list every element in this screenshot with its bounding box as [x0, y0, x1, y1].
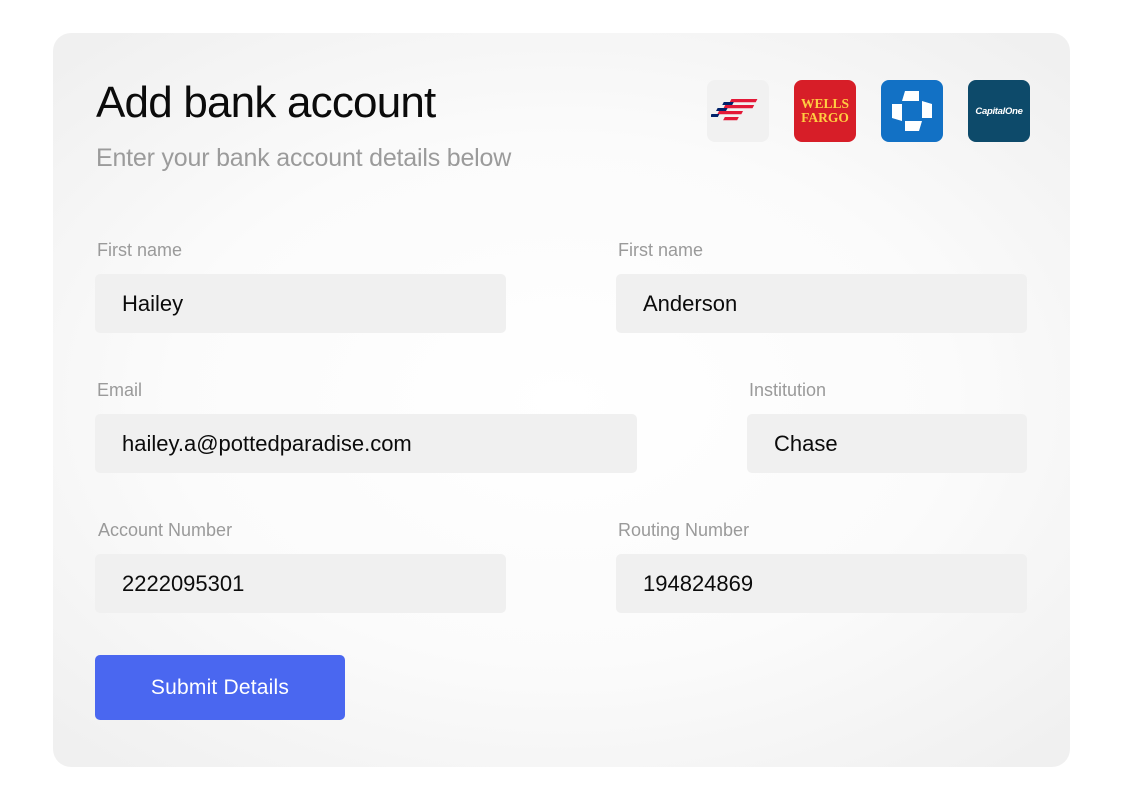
page-subtitle: Enter your bank account details below: [96, 144, 512, 172]
routing-number-input[interactable]: [616, 554, 1027, 613]
last-name-input[interactable]: [616, 274, 1027, 333]
last-name-label: First name: [618, 240, 704, 260]
capital-one-logo-text: CapitalOne: [975, 105, 1023, 117]
bank-of-america-logo[interactable]: [707, 80, 769, 142]
account-number-input[interactable]: [95, 554, 506, 613]
bank-of-america-flag-icon: [711, 99, 758, 121]
add-bank-account-card: Add bank account Enter your bank account…: [53, 33, 1070, 767]
capital-one-logo[interactable]: CapitalOne: [968, 80, 1030, 142]
wells-fargo-logo[interactable]: WELLS FARGO: [794, 80, 856, 142]
email-input[interactable]: [95, 414, 637, 473]
institution-label: Institution: [749, 380, 827, 400]
chase-logo[interactable]: [881, 80, 943, 142]
chase-octagon-icon: [892, 91, 932, 131]
email-label: Email: [97, 380, 143, 400]
bank-logos: WELLS FARGO CapitalOne: [707, 80, 1030, 142]
first-name-input[interactable]: [95, 274, 506, 333]
routing-number-label: Routing Number: [618, 520, 750, 540]
submit-details-button[interactable]: Submit Details: [95, 655, 345, 720]
first-name-label: First name: [97, 240, 183, 260]
wells-fargo-logo-line1: WELLS: [800, 96, 850, 111]
account-number-label: Account Number: [98, 520, 233, 540]
wells-fargo-logo-line2: FARGO: [801, 110, 849, 125]
institution-input[interactable]: [747, 414, 1027, 473]
page-title: Add bank account: [96, 78, 436, 127]
